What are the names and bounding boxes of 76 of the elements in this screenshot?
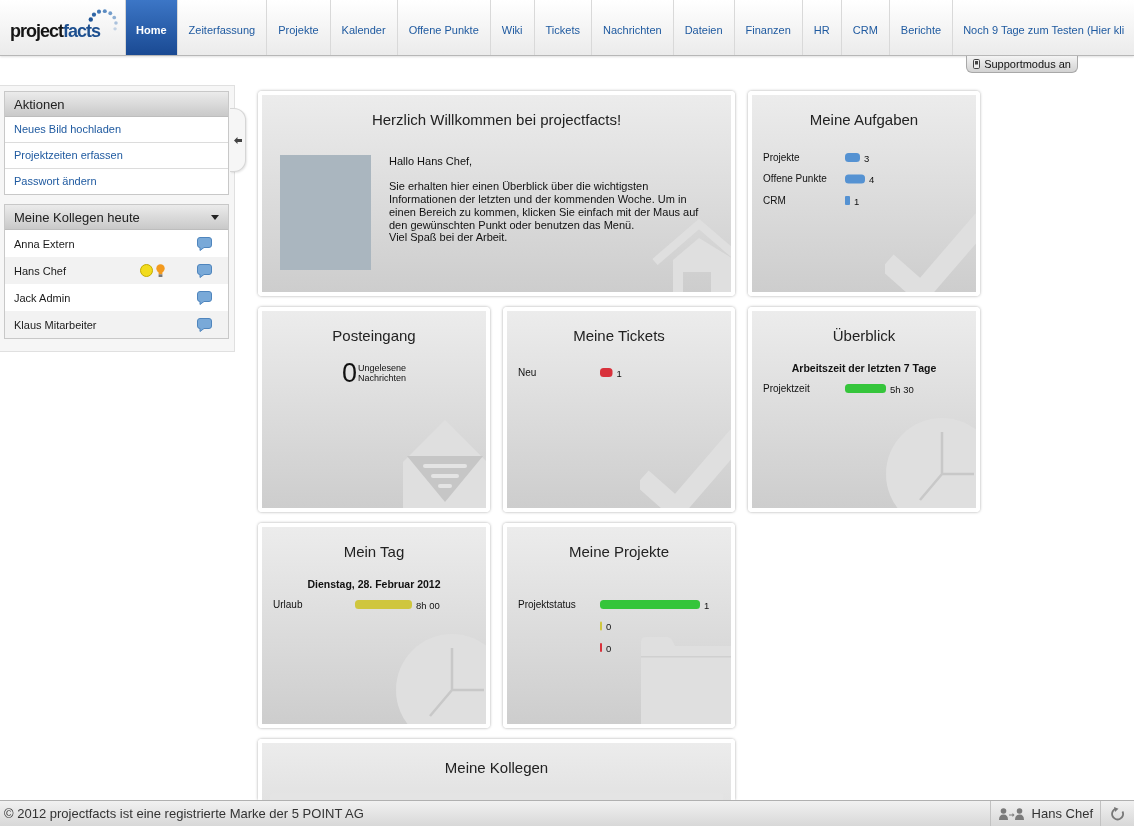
category-label: CRM <box>763 194 786 206</box>
panel-title: Aktionen <box>14 96 65 112</box>
card-title: Meine Aufgaben <box>808 110 920 130</box>
value-label: 1 <box>704 599 710 611</box>
panel-title: Meine Kollegen heute <box>14 209 140 225</box>
category-label: Neu <box>518 366 537 378</box>
card-title: Herzlich Willkommen bei projectfacts! <box>370 110 623 130</box>
colleague-name[interactable]: Jack Admin <box>14 291 140 304</box>
nav-tab[interactable]: Berichte <box>889 0 954 55</box>
card-title: Posteingang <box>331 326 417 346</box>
value-label: 5h 30 <box>890 383 914 395</box>
card-title: Meine Tickets <box>572 326 666 346</box>
value-label: 3 <box>864 152 870 164</box>
nav-tab[interactable]: Offene Punkte <box>397 0 491 55</box>
card-title: Meine Kollegen <box>443 758 550 778</box>
chart-bar <box>845 384 886 393</box>
chat-bubble-icon[interactable] <box>197 236 212 251</box>
action-link[interactable]: Passwort ändern <box>5 168 228 194</box>
value-label: 8h 00 <box>416 599 440 611</box>
chart-bar <box>355 600 412 609</box>
nav-tab[interactable]: Wiki <box>490 0 535 55</box>
checkmark-icon <box>640 428 731 508</box>
colleague-name[interactable]: Anna Extern <box>14 237 140 250</box>
collapse-arrow-icon <box>233 136 242 144</box>
user-menu-button[interactable]: Hans Chef <box>989 801 1100 826</box>
card-title: Meine Projekte <box>567 542 671 562</box>
nav-tab[interactable]: Dateien <box>673 0 735 55</box>
category-label: Urlaub <box>273 598 303 610</box>
action-link[interactable]: Neues Bild hochladen <box>5 117 228 142</box>
nav-tab[interactable]: Home <box>126 0 178 55</box>
action-link[interactable]: Projektzeiten erfassen <box>5 142 228 168</box>
chat-bubble-icon[interactable] <box>197 290 212 305</box>
caret-icon[interactable] <box>211 214 219 220</box>
chat-bubble-icon[interactable] <box>197 317 212 332</box>
value-label: 0 <box>606 621 612 632</box>
chart-bar <box>845 196 850 205</box>
nav-tab[interactable]: Tickets <box>534 0 592 55</box>
value-label: 4 <box>869 174 875 185</box>
chart-bar <box>845 174 865 184</box>
greeting-text: Hallo Hans Chef, <box>389 155 474 168</box>
copyright-text: © 2012 projectfacts ist eine registrierte Marke der 5 POINT AG <box>3 805 365 823</box>
nav-tab[interactable]: Projekte <box>267 0 331 55</box>
value-label: 1 <box>854 195 860 207</box>
category-label: Projektstatus <box>518 598 576 610</box>
collapse-handle[interactable] <box>230 108 246 172</box>
value-label: 0 <box>606 642 612 654</box>
nav-tab[interactable]: Finanzen <box>734 0 803 55</box>
card-title: Mein Tag <box>342 542 406 562</box>
switch-icon <box>973 59 981 69</box>
logo-text[interactable]: projectfacts <box>10 20 101 42</box>
card-subtitle: Dienstag, 28. Februar 2012 <box>306 578 442 591</box>
chart-bar <box>600 368 613 377</box>
closing-text: Viel Spaß bei der Arbeit. <box>389 231 509 244</box>
nav-tab[interactable]: CRM <box>841 0 890 55</box>
nav-tab[interactable]: Zeiterfassung <box>177 0 268 55</box>
nav-tab[interactable]: Nachrichten <box>591 0 674 55</box>
refresh-icon <box>1110 806 1125 821</box>
colleague-name[interactable]: Hans Chef <box>14 264 140 277</box>
welcome-message: Sie erhalten hier einen Überblick über die wichtigsten Informationen der letzten und der kommenden Woche. Um in einen Bereich zu kommen, klicken Sie einfach mit der Maus auf den gewünschten Punkt oder benutzen das Menü. <box>389 180 700 232</box>
unread-label: Ungelesene Nachrichten <box>358 363 407 383</box>
category-label: Projekte <box>763 151 800 163</box>
chart-bar <box>845 153 860 162</box>
chat-bubble-icon[interactable] <box>197 263 212 278</box>
unread-count[interactable]: 0 <box>341 361 357 385</box>
nav-tab[interactable]: HR <box>802 0 842 55</box>
nav-tab[interactable]: Kalender <box>330 0 398 55</box>
checkmark-icon <box>885 212 976 292</box>
card-subtitle: Arbeitszeit der letzten 7 Tage <box>790 362 938 375</box>
users-icon <box>998 807 1024 820</box>
support-mode-button[interactable]: Supportmodus an <box>966 56 1078 73</box>
value-label: 1 <box>616 367 622 379</box>
category-label: Offene Punkte <box>763 173 827 184</box>
nav-tab[interactable]: Noch 9 Tage zum Testen (Hier kli <box>953 0 1125 55</box>
colleague-name[interactable]: Klaus Mitarbeiter <box>14 318 140 331</box>
category-label: Projektzeit <box>763 382 810 394</box>
card-title: Überblick <box>831 326 897 346</box>
